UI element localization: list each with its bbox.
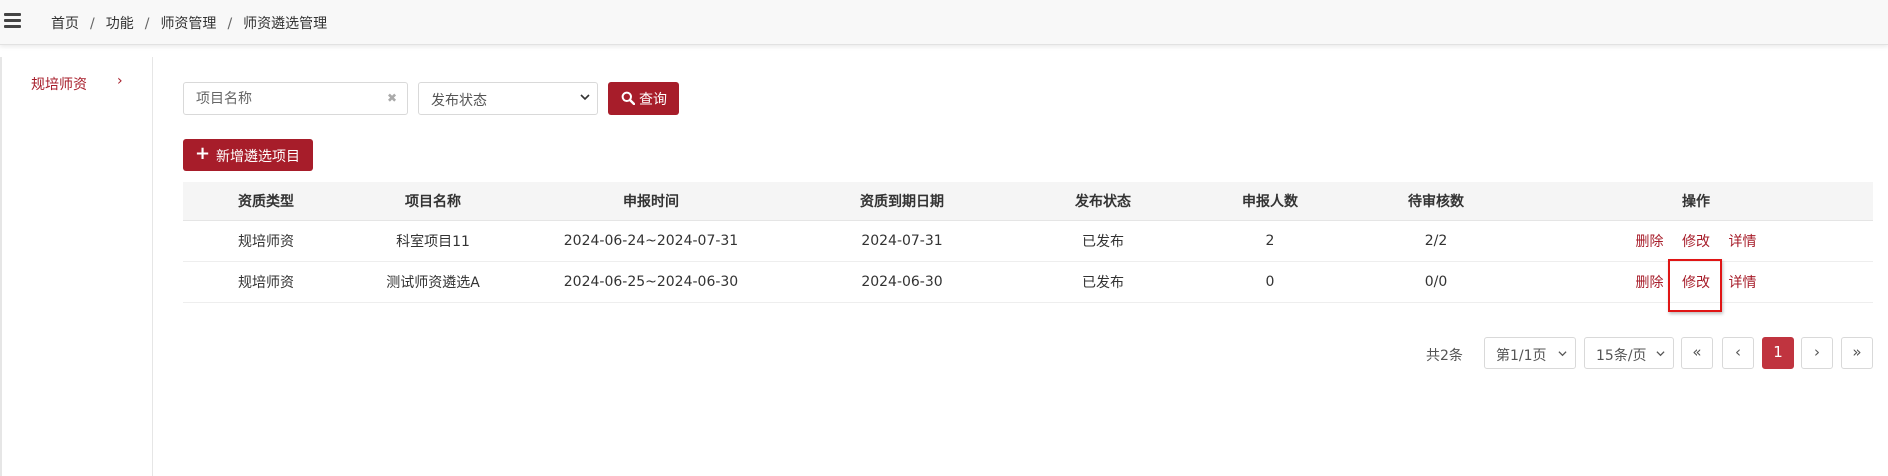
cell-name: 科室项目11 [349, 220, 517, 262]
chevron-down-icon [1558, 351, 1567, 357]
sidebar-item-label: 规培师资 [31, 77, 87, 93]
breadcrumb-separator: / [144, 16, 150, 32]
detail-link[interactable]: 详情 [1728, 275, 1756, 291]
column-header-status: 发布状态 [1019, 182, 1187, 221]
breadcrumb-home[interactable]: 首页 [51, 16, 79, 32]
cell-actions: 删除 修改 详情 [1519, 220, 1873, 262]
last-page-button[interactable]: » [1841, 337, 1873, 369]
edit-link[interactable]: 修改 [1682, 234, 1710, 250]
pagination-total: 共2条 [1426, 348, 1463, 364]
column-header-applicants: 申报人数 [1187, 182, 1353, 221]
breadcrumb-teacher-management[interactable]: 师资管理 [160, 16, 216, 32]
cell-status: 已发布 [1019, 220, 1187, 262]
table-row: 规培师资 测试师资遴选A 2024-06-25~2024-06-30 2024-… [183, 258, 1873, 312]
sidebar: 规培师资 › [0, 57, 153, 476]
column-header-actions: 操作 [1519, 182, 1873, 221]
column-header-expire-date: 资质到期日期 [785, 182, 1019, 221]
cell-status: 已发布 [1019, 261, 1187, 303]
cell-applicants: 0 [1187, 261, 1353, 303]
table-row: 规培师资 科室项目11 2024-06-24~2024-07-31 2024-0… [183, 220, 1873, 262]
cell-actions: 删除 修改 详情 [1519, 258, 1873, 312]
clear-icon[interactable]: ✖ [387, 91, 397, 105]
breadcrumb: 首页 / 功能 / 师资管理 / 师资遴选管理 [51, 13, 327, 33]
cell-expire-date: 2024-07-31 [785, 220, 1019, 262]
breadcrumb-current: 师资遴选管理 [243, 16, 328, 32]
cell-expire-date: 2024-06-30 [785, 261, 1019, 303]
delete-link[interactable]: 删除 [1636, 275, 1664, 291]
cell-apply-period: 2024-06-24~2024-07-31 [517, 220, 785, 262]
top-bar: 首页 / 功能 / 师资管理 / 师资遴选管理 [0, 0, 1888, 45]
project-name-field: ✖ [183, 82, 408, 115]
prev-page-button[interactable]: ‹ [1722, 337, 1754, 369]
edit-link-highlighted[interactable]: 修改 [1668, 258, 1722, 312]
hamburger-icon[interactable] [4, 13, 21, 30]
column-header-apply-period: 申报时间 [517, 182, 785, 221]
page-1-button[interactable]: 1 [1762, 337, 1794, 369]
project-name-input[interactable] [184, 83, 364, 114]
status-select-value: 发布状态 [431, 93, 487, 109]
chevron-down-icon [580, 94, 590, 101]
chevron-right-icon: › [117, 73, 123, 89]
query-button[interactable]: 查询 [608, 82, 679, 115]
cell-apply-period: 2024-06-25~2024-06-30 [517, 261, 785, 303]
cell-name: 测试师资遴选A [349, 261, 517, 303]
delete-link[interactable]: 删除 [1636, 234, 1664, 250]
add-project-button[interactable]: + 新增遴选项目 [183, 139, 313, 171]
cell-type: 规培师资 [183, 220, 349, 262]
column-header-name: 项目名称 [349, 182, 517, 221]
breadcrumb-separator: / [227, 16, 233, 32]
next-page-button[interactable]: › [1801, 337, 1833, 369]
cell-pending: 0/0 [1353, 261, 1519, 303]
cell-applicants: 2 [1187, 220, 1353, 262]
page-select-value: 第1/1页 [1496, 348, 1547, 364]
breadcrumb-function[interactable]: 功能 [106, 16, 134, 32]
cell-pending: 2/2 [1353, 220, 1519, 262]
page-size-select[interactable]: 15条/页 [1584, 337, 1674, 369]
breadcrumb-separator: / [90, 16, 95, 32]
detail-link[interactable]: 详情 [1728, 234, 1756, 250]
table-header-row: 资质类型 项目名称 申报时间 资质到期日期 发布状态 申报人数 待审核数 操作 [183, 182, 1873, 221]
column-header-pending: 待审核数 [1353, 182, 1519, 221]
column-header-type: 资质类型 [183, 182, 349, 221]
chevron-down-icon [1656, 351, 1665, 357]
sidebar-item-training-teachers[interactable]: 规培师资 › [31, 73, 131, 96]
query-button-label: 查询 [639, 92, 667, 108]
first-page-button[interactable]: « [1681, 337, 1713, 369]
cell-type: 规培师资 [183, 261, 349, 303]
add-project-label: 新增遴选项目 [216, 149, 300, 165]
search-icon [621, 91, 635, 105]
page-select[interactable]: 第1/1页 [1484, 337, 1576, 369]
page-size-value: 15条/页 [1596, 348, 1647, 364]
plus-icon: + [195, 143, 211, 164]
project-table: 资质类型 项目名称 申报时间 资质到期日期 发布状态 申报人数 待审核数 操作 … [183, 182, 1873, 312]
status-select[interactable]: 发布状态 [418, 82, 598, 115]
